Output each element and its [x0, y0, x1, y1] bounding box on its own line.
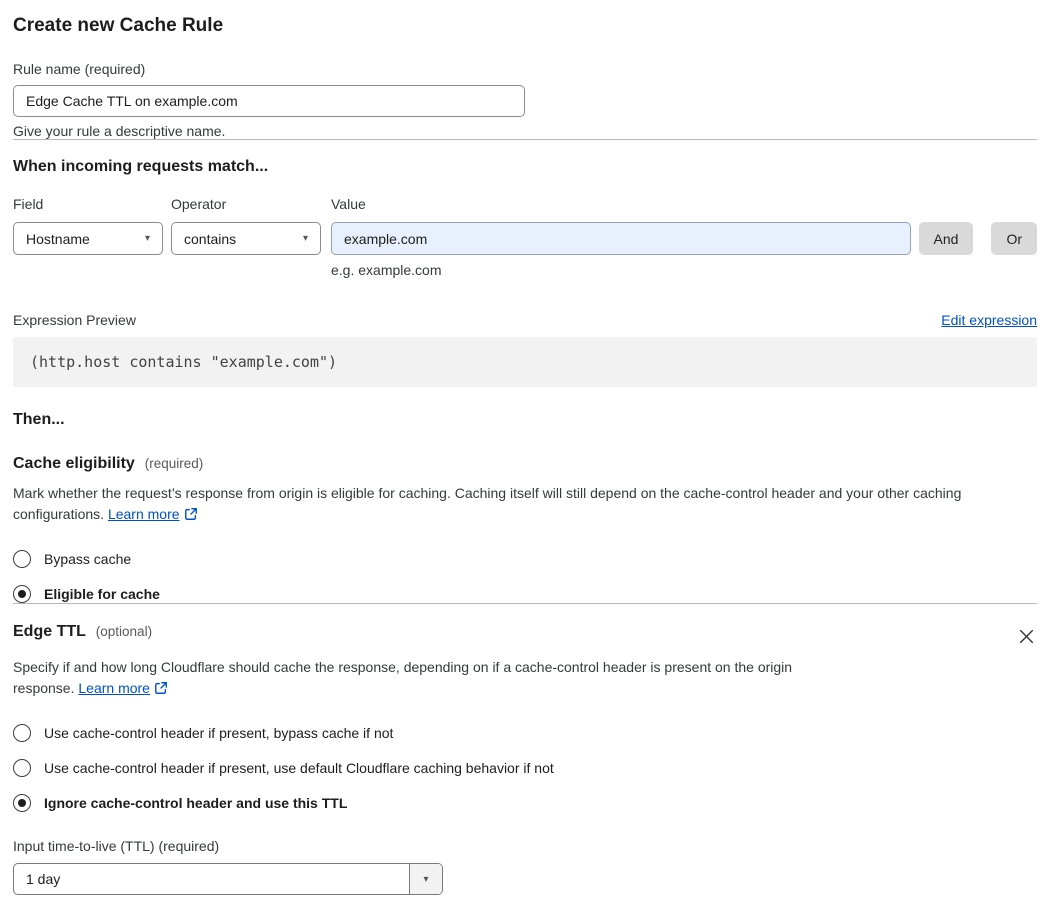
external-link-icon — [184, 508, 198, 524]
chevron-down-icon: ▾ — [144, 232, 150, 244]
radio-use-header-bypass[interactable]: Use cache-control header if present, byp… — [13, 724, 1037, 742]
radio-circle[interactable] — [13, 794, 31, 812]
page-title: Create new Cache Rule — [13, 15, 224, 36]
field-label: Field — [13, 196, 44, 212]
external-link-icon — [154, 682, 168, 698]
value-input[interactable] — [331, 222, 911, 255]
radio-label: Bypass cache — [44, 551, 132, 567]
edit-expression-link[interactable]: Edit expression — [941, 312, 1037, 328]
operator-label: Operator — [171, 196, 227, 212]
close-edge-ttl-button[interactable] — [1016, 626, 1037, 647]
rule-name-help: Give your rule a descriptive name. — [13, 123, 226, 139]
match-condition-row: Field Hostname ▾ Operator contains ▾ Val… — [13, 196, 1037, 278]
operator-select-value: contains — [184, 230, 237, 247]
edge-ttl-qualifier: (optional) — [95, 624, 153, 639]
ttl-input-label: Input time-to-live (TTL) (required) — [13, 838, 220, 854]
match-section-heading: When incoming requests match... — [13, 158, 269, 175]
create-cache-rule-page: Create new Cache Rule Rule name (require… — [0, 0, 1058, 895]
operator-select[interactable]: contains ▾ — [171, 222, 321, 255]
learn-more-link[interactable]: Learn more — [108, 506, 180, 522]
radio-circle[interactable] — [13, 585, 31, 603]
radio-use-header-default[interactable]: Use cache-control header if present, use… — [13, 759, 1037, 777]
radio-label: Use cache-control header if present, byp… — [44, 725, 394, 741]
edge-ttl-title: Edge TTL — [13, 623, 86, 640]
radio-circle[interactable] — [13, 724, 31, 742]
radio-circle[interactable] — [13, 550, 31, 568]
edge-ttl-description: Specify if and how long Cloudflare shoul… — [13, 659, 793, 698]
ttl-select-value: 1 day — [26, 871, 61, 887]
rule-name-label: Rule name (required) — [13, 61, 146, 77]
expression-preview-label: Expression Preview — [13, 312, 136, 328]
radio-label: Ignore cache-control header and use this… — [44, 795, 348, 811]
edge-ttl-options: Use cache-control header if present, byp… — [13, 724, 1037, 812]
radio-label: Use cache-control header if present, use… — [44, 760, 554, 776]
and-button[interactable]: And — [918, 222, 974, 255]
radio-label: Eligible for cache — [44, 586, 160, 602]
cache-eligibility-title: Cache eligibility — [13, 455, 135, 472]
learn-more-link[interactable]: Learn more — [78, 680, 150, 696]
value-example-help: e.g. example.com — [331, 262, 442, 278]
chevron-down-icon[interactable]: ▾ — [409, 864, 442, 894]
radio-bypass-cache[interactable]: Bypass cache — [13, 550, 1037, 568]
cache-eligibility-options: Bypass cache Eligible for cache — [13, 550, 1037, 603]
radio-ignore-header-use-ttl[interactable]: Ignore cache-control header and use this… — [13, 794, 1037, 812]
value-label: Value — [331, 196, 366, 212]
cache-eligibility-qualifier: (required) — [144, 456, 204, 471]
chevron-down-icon: ▾ — [302, 232, 308, 244]
section-divider — [13, 603, 1037, 604]
or-button[interactable]: Or — [991, 222, 1037, 255]
then-heading: Then... — [13, 411, 65, 428]
expression-preview-code: (http.host contains "example.com") — [13, 337, 1037, 387]
rule-name-input[interactable] — [13, 85, 525, 117]
section-divider — [13, 139, 1037, 140]
field-select[interactable]: Hostname ▾ — [13, 222, 163, 255]
field-select-value: Hostname — [26, 230, 90, 247]
cache-eligibility-description: Mark whether the request’s response from… — [13, 485, 962, 524]
close-icon — [1018, 629, 1035, 648]
radio-circle[interactable] — [13, 759, 31, 777]
radio-eligible-for-cache[interactable]: Eligible for cache — [13, 585, 1037, 603]
ttl-select[interactable]: 1 day ▾ — [13, 863, 443, 895]
